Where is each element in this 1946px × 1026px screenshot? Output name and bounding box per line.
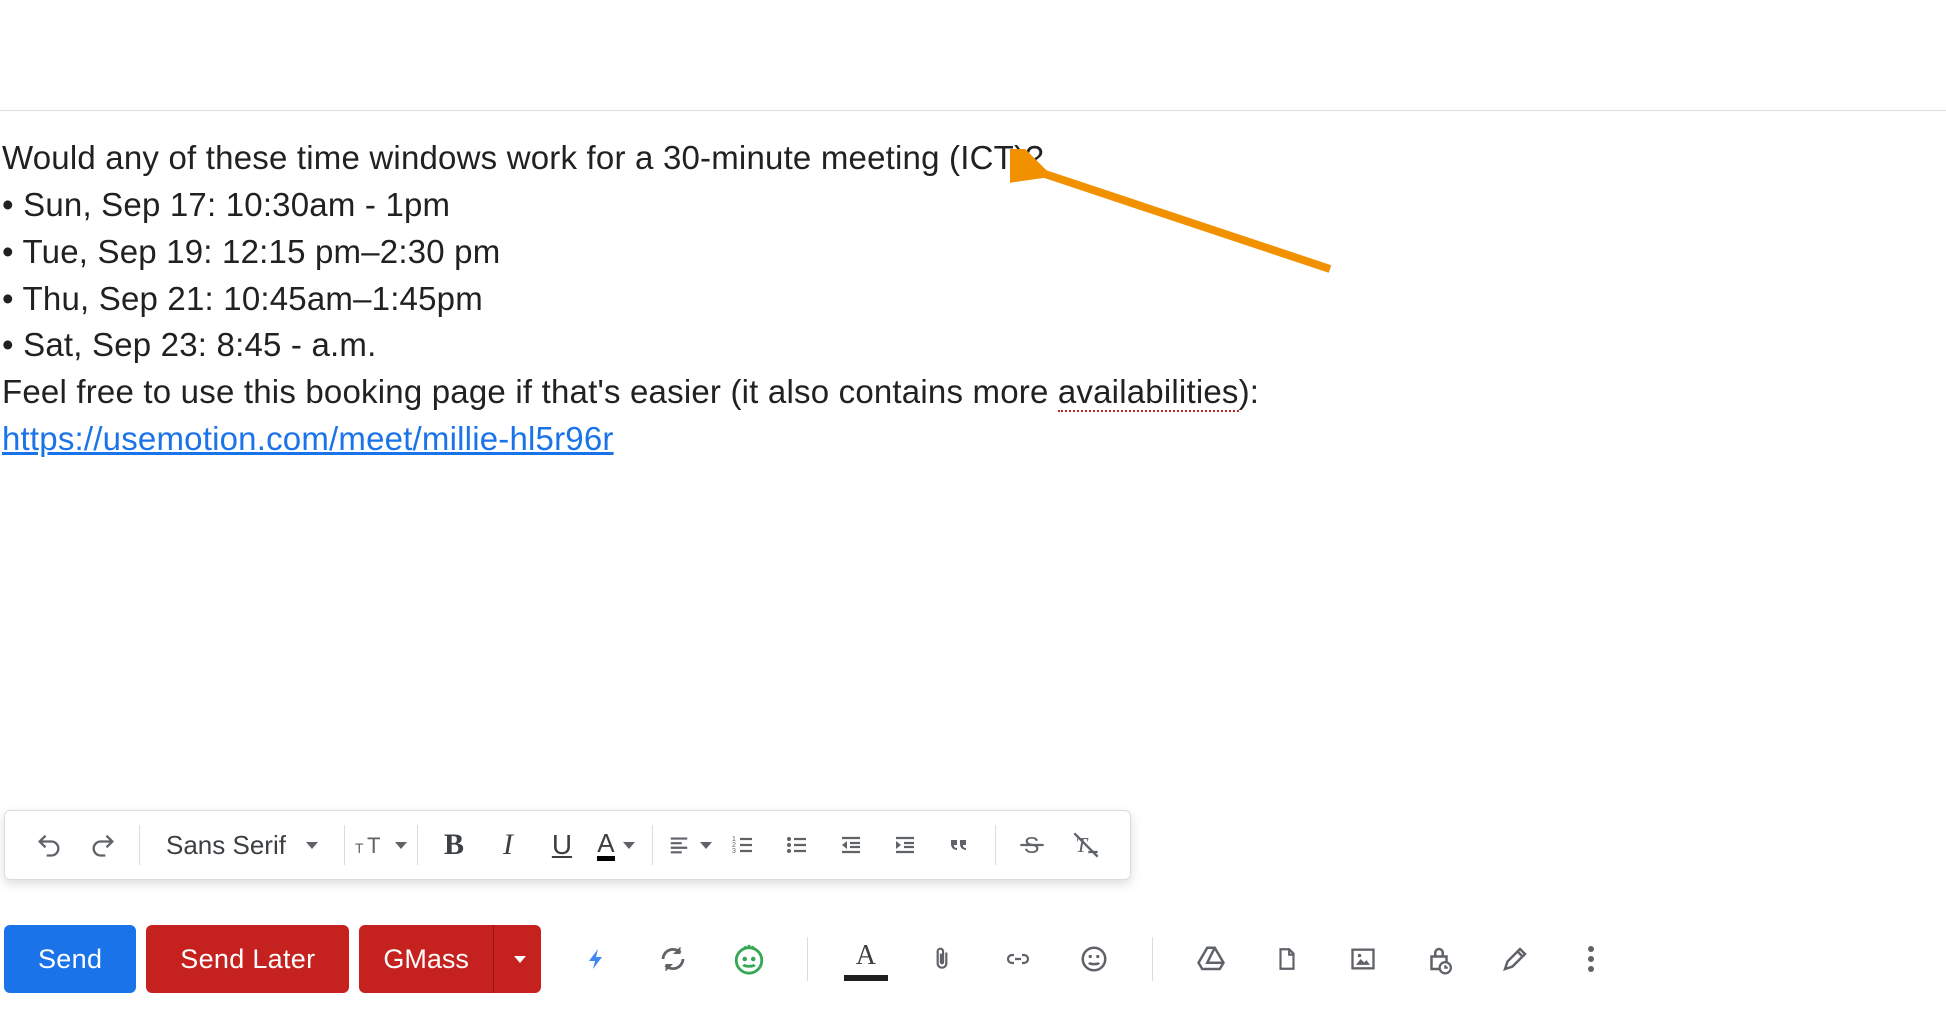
indent-more-button[interactable]: [879, 819, 931, 871]
drive-icon: [1195, 944, 1227, 974]
send-later-button[interactable]: Send Later: [146, 925, 349, 993]
bulleted-list-icon: [783, 833, 811, 857]
robot-button[interactable]: [723, 933, 775, 985]
strikethrough-icon: S: [1018, 831, 1046, 859]
undo-icon: [35, 831, 63, 859]
compose-area: Would any of these time windows work for…: [0, 110, 1946, 1026]
redo-button[interactable]: [77, 819, 129, 871]
separator: [1152, 937, 1153, 981]
remove-formatting-button[interactable]: T: [1060, 819, 1112, 871]
bulleted-list-button[interactable]: [771, 819, 823, 871]
refresh-button[interactable]: [647, 933, 699, 985]
separator: [417, 825, 418, 865]
font-family-selector[interactable]: Sans Serif: [150, 830, 334, 861]
align-left-icon: [666, 834, 692, 856]
svg-text:T: T: [367, 833, 380, 858]
undo-button[interactable]: [23, 819, 75, 871]
italic-button[interactable]: I: [482, 819, 534, 871]
email-body[interactable]: Would any of these time windows work for…: [0, 111, 1946, 463]
gmass-button[interactable]: GMass: [359, 925, 541, 993]
quote-button[interactable]: [933, 819, 985, 871]
numbered-list-icon: 123: [729, 833, 757, 857]
attach-button[interactable]: [916, 933, 968, 985]
body-slot-2: Tue, Sep 19: 12:15 pm–2:30 pm: [2, 229, 1946, 276]
insert-photo-button[interactable]: [1337, 933, 1389, 985]
bolt-button[interactable]: [571, 933, 623, 985]
docs-button[interactable]: [1261, 933, 1313, 985]
indent-less-button[interactable]: [825, 819, 877, 871]
strikethrough-button[interactable]: S: [1006, 819, 1058, 871]
emoji-button[interactable]: [1068, 933, 1120, 985]
underline-button[interactable]: U: [536, 819, 588, 871]
font-size-button[interactable]: T T: [355, 819, 407, 871]
indent-decrease-icon: [837, 833, 865, 857]
docs-icon: [1274, 943, 1300, 975]
separator: [995, 825, 996, 865]
link-icon: [1002, 947, 1034, 971]
more-vert-icon: [1586, 944, 1596, 974]
formatting-toolbar: Sans Serif T T B I U A 123: [4, 810, 1131, 880]
gmass-dropdown[interactable]: [493, 925, 541, 993]
emoji-icon: [1079, 944, 1109, 974]
body-outro: Feel free to use this booking page if th…: [2, 369, 1946, 416]
image-icon: [1348, 945, 1378, 973]
caret-down-icon: [700, 842, 712, 849]
link-button[interactable]: [992, 933, 1044, 985]
lock-clock-icon: [1424, 943, 1454, 975]
signature-button[interactable]: [1489, 933, 1541, 985]
spellcheck-flag[interactable]: availabilities: [1058, 373, 1239, 412]
body-slot-4: Sat, Sep 23: 8:45 - a.m.: [2, 322, 1946, 369]
redo-icon: [89, 831, 117, 859]
body-slot-1: Sun, Sep 17: 10:30am - 1pm: [2, 182, 1946, 229]
separator: [652, 825, 653, 865]
clear-format-icon: T: [1071, 831, 1101, 859]
caret-down-icon: [395, 842, 407, 849]
robot-icon: [732, 942, 766, 976]
send-button[interactable]: Send: [4, 925, 136, 993]
bold-button[interactable]: B: [428, 819, 480, 871]
confidential-mode-button[interactable]: [1413, 933, 1465, 985]
numbered-list-button[interactable]: 123: [717, 819, 769, 871]
pen-icon: [1500, 944, 1530, 974]
svg-text:3: 3: [732, 848, 736, 855]
bolt-icon: [585, 944, 609, 974]
body-intro: Would any of these time windows work for…: [2, 135, 1946, 182]
refresh-icon: [658, 944, 688, 974]
text-format-icon: A: [844, 937, 888, 981]
drive-button[interactable]: [1185, 933, 1237, 985]
more-options-button[interactable]: [1565, 933, 1617, 985]
caret-down-icon: [514, 956, 526, 963]
separator: [344, 825, 345, 865]
booking-link[interactable]: https://usemotion.com/meet/millie-hl5r96…: [2, 416, 1946, 463]
body-slot-3: Thu, Sep 21: 10:45am–1:45pm: [2, 276, 1946, 323]
caret-down-icon: [623, 842, 635, 849]
paperclip-icon: [929, 943, 955, 975]
action-icons: A: [571, 933, 1617, 985]
font-family-label: Sans Serif: [166, 830, 286, 861]
separator: [139, 825, 140, 865]
action-bar: Send Send Later GMass A: [4, 920, 1942, 998]
separator: [807, 937, 808, 981]
quote-icon: [945, 833, 973, 857]
indent-increase-icon: [891, 833, 919, 857]
formatting-options-button[interactable]: A: [840, 933, 892, 985]
caret-down-icon: [306, 842, 318, 849]
font-size-icon: T T: [355, 831, 389, 859]
svg-text:T: T: [355, 840, 364, 856]
align-button[interactable]: [663, 819, 715, 871]
text-color-button[interactable]: A: [590, 819, 642, 871]
